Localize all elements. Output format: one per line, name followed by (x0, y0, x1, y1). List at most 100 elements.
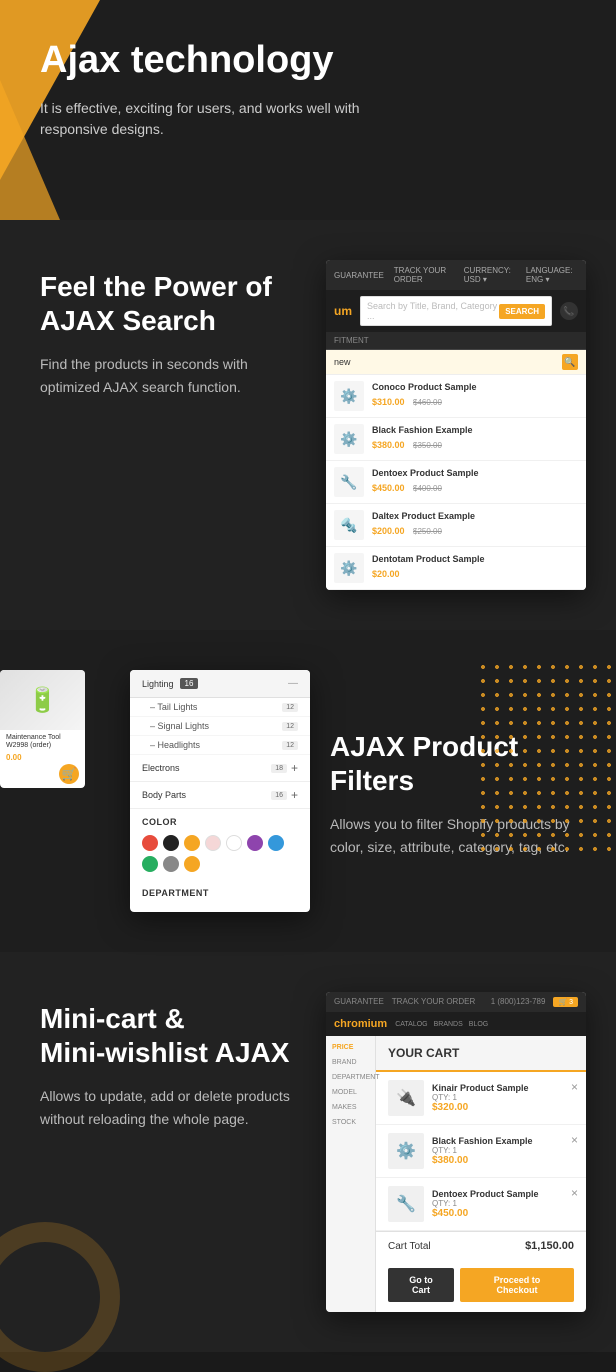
cart-item-img-2: ⚙️ (388, 1133, 424, 1169)
product-strip-price: 0.00 (6, 753, 79, 762)
hero-section: Ajax technology It is effective, excitin… (0, 0, 616, 220)
cart-item-img-1: 🔌 (388, 1080, 424, 1116)
color-section-title: COLOR (130, 809, 310, 831)
minicart-nav: CATALOG BRANDS BLOG (395, 1021, 488, 1028)
nav-brands[interactable]: BRANDS (434, 1021, 463, 1028)
plus-icon-body: + (291, 788, 298, 802)
minicart-text: Mini-cart & Mini-wishlist AJAX Allows to… (40, 992, 306, 1130)
topbar-track: TRACK YOUR ORDER (394, 266, 454, 284)
cart-item-price-1: $320.00 (432, 1102, 574, 1113)
color-swatch-blue[interactable] (268, 835, 284, 851)
topbar-guarantee: GUARANTEE (334, 271, 384, 280)
sidebar-item-1[interactable]: PRICE (330, 1042, 371, 1053)
result-info-3: Dentoex Product Sample $450.00 $400.00 (372, 468, 578, 496)
cart-header: YOUR CART (376, 1036, 586, 1072)
ajax-search-title: Feel the Power of AJAX Search (40, 270, 306, 337)
minicart-desc: Allows to update, add or delete products… (40, 1085, 306, 1130)
result-price-new-3: $450.00 (372, 483, 405, 493)
cart-item-price-2: $380.00 (432, 1155, 574, 1166)
remove-item-1-icon[interactable]: × (571, 1080, 578, 1094)
color-swatch-pink[interactable] (205, 835, 221, 851)
active-search-bar[interactable]: new 🔍 (326, 350, 586, 375)
filter-tail-lights[interactable]: – Tail Lights 12 (130, 698, 310, 717)
search-result-item[interactable]: ⚙️ Conoco Product Sample $310.00 $460.00 (326, 375, 586, 418)
cart-item-1: 🔌 Kinair Product Sample QTY: 1 $320.00 × (376, 1072, 586, 1125)
color-swatch-purple[interactable] (247, 835, 263, 851)
tail-lights-count: 12 (282, 703, 298, 712)
color-swatch-gray[interactable] (163, 856, 179, 872)
signal-lights-label: – Signal Lights (150, 721, 209, 731)
mockup-header: um Search by Title, Brand, Category ... … (326, 290, 586, 332)
color-swatch-orange[interactable] (184, 856, 200, 872)
topbar-language: LANGUAGE: ENG ▾ (526, 266, 578, 284)
result-icon-1: ⚙️ (334, 381, 364, 411)
electrons-count: 18 (271, 764, 287, 773)
topbar-currency: CURRENCY: USD ▾ (464, 266, 516, 284)
cart-item-info-2: Black Fashion Example QTY: 1 $380.00 (432, 1136, 574, 1166)
cart-item-name-1: Kinair Product Sample (432, 1083, 574, 1093)
color-swatch-green[interactable] (142, 856, 158, 872)
result-name-5: Dentotam Product Sample (372, 554, 578, 564)
search-result-item[interactable]: 🔩 Daltex Product Example $200.00 $250.00 (326, 504, 586, 547)
result-name-1: Conoco Product Sample (372, 382, 578, 392)
mockup-search-button[interactable]: SEARCH (499, 304, 545, 319)
result-price-old-2: $350.00 (413, 441, 442, 450)
mockup-search-bar[interactable]: Search by Title, Brand, Category ... SEA… (360, 296, 552, 326)
minicart-topbar-extra: 1 (800)123-789 (491, 997, 546, 1007)
filter-electrons[interactable]: Electrons 18 + (130, 755, 310, 782)
result-info-1: Conoco Product Sample $310.00 $460.00 (372, 382, 578, 410)
cart-total-label: Cart Total (388, 1241, 431, 1252)
filter-mockup-wrapper: Lighting 16 — – Tail Lights 12 – Signal … (130, 670, 310, 912)
color-swatch-red[interactable] (142, 835, 158, 851)
sidebar-item-2[interactable]: BRAND (330, 1057, 371, 1068)
result-price-old-1: $460.00 (413, 398, 442, 407)
sidebar-item-6[interactable]: STOCK (330, 1117, 371, 1128)
sidebar-item-5[interactable]: MAKES (330, 1102, 371, 1113)
sidebar-item-3[interactable]: DEPARTMENT (330, 1072, 371, 1083)
search-placeholder-text: Search by Title, Brand, Category ... (367, 301, 499, 321)
filter-signal-lights[interactable]: – Signal Lights 12 (130, 717, 310, 736)
result-name-4: Daltex Product Example (372, 511, 578, 521)
minicart-title: Mini-cart & Mini-wishlist AJAX (40, 1002, 306, 1069)
cart-item-img-3: 🔧 (388, 1186, 424, 1222)
cart-badge: 🛒 3 (553, 997, 578, 1007)
filter-headlights[interactable]: – Headlights 12 (130, 736, 310, 755)
search-result-item[interactable]: ⚙️ Dentotam Product Sample $20.00 (326, 547, 586, 590)
nav-catalog[interactable]: CATALOG (395, 1021, 427, 1028)
nav-blog[interactable]: BLOG (469, 1021, 488, 1028)
tab-fitment[interactable]: FITMENT (334, 336, 369, 345)
proceed-to-checkout-button[interactable]: Proceed to Checkout (460, 1268, 574, 1302)
sidebar-item-4[interactable]: MODEL (330, 1087, 371, 1098)
hero-title: Ajax technology (40, 40, 586, 82)
collapse-icon[interactable]: — (288, 678, 298, 689)
result-icon-2: ⚙️ (334, 424, 364, 454)
minicart-mockup: GUARANTEE TRACK YOUR ORDER 1 (800)123-78… (326, 992, 586, 1312)
search-result-item[interactable]: 🔧 Dentoex Product Sample $450.00 $400.00 (326, 461, 586, 504)
result-name-3: Dentoex Product Sample (372, 468, 578, 478)
product-strip: 🔋 Maintenance Tool W2998 (order) 0.00 🛒 (0, 670, 85, 788)
color-swatch-black[interactable] (163, 835, 179, 851)
minicart-section: Mini-cart & Mini-wishlist AJAX Allows to… (0, 952, 616, 1352)
result-icon-5: ⚙️ (334, 553, 364, 583)
cart-item-name-2: Black Fashion Example (432, 1136, 574, 1146)
electrons-label: Electrons (142, 763, 180, 773)
search-mockup: GUARANTEE TRACK YOUR ORDER CURRENCY: USD… (326, 260, 586, 590)
search-result-item[interactable]: ⚙️ Black Fashion Example $380.00 $350.00 (326, 418, 586, 461)
minicart-topbar-guarantee: GUARANTEE (334, 997, 384, 1007)
cart-buttons: Go to Cart Proceed to Checkout (376, 1260, 586, 1312)
add-to-cart-icon[interactable]: 🛒 (59, 764, 79, 784)
lighting-count: 16 (180, 678, 199, 689)
filter-body-parts[interactable]: Body Parts 16 + (130, 782, 310, 809)
remove-item-2-icon[interactable]: × (571, 1133, 578, 1147)
color-swatch-yellow[interactable] (184, 835, 200, 851)
result-price-new-1: $310.00 (372, 397, 405, 407)
ajax-search-desc: Find the products in seconds with optimi… (40, 353, 306, 398)
color-swatch-white[interactable] (226, 835, 242, 851)
result-info-4: Daltex Product Example $200.00 $250.00 (372, 511, 578, 539)
filter-lighting-header[interactable]: Lighting 16 — (130, 670, 310, 698)
go-to-cart-button[interactable]: Go to Cart (388, 1268, 454, 1302)
minicart-topbar: GUARANTEE TRACK YOUR ORDER 1 (800)123-78… (326, 992, 586, 1012)
result-price-old-4: $250.00 (413, 527, 442, 536)
cart-item-qty-1: QTY: 1 (432, 1093, 574, 1102)
remove-item-3-icon[interactable]: × (571, 1186, 578, 1200)
